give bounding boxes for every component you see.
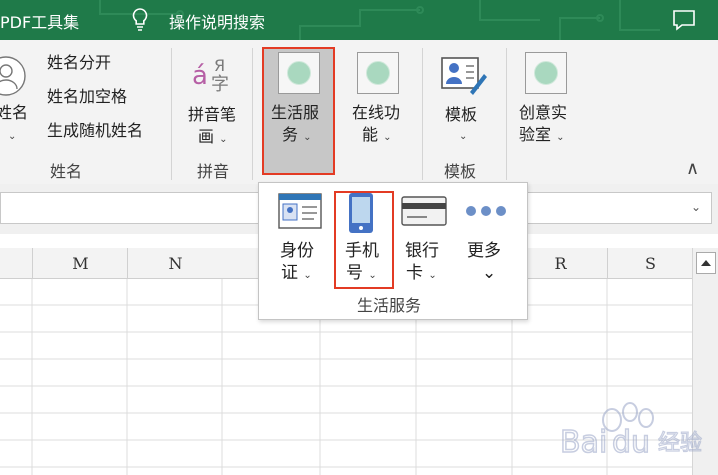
phone-number-button[interactable]: 手机: [345, 240, 379, 262]
svg-text:经验: 经验: [658, 431, 702, 456]
title-bar: PDF工具集 操作说明搜索: [0, 0, 718, 40]
name-button-label[interactable]: 姓名: [0, 102, 28, 124]
tab-pdf-tools[interactable]: PDF工具集: [0, 9, 79, 33]
more-button[interactable]: 更多: [467, 240, 501, 262]
tab-help-search[interactable]: 操作说明搜索: [169, 9, 265, 33]
column-header-m[interactable]: M: [32, 248, 128, 278]
creative-lab-icon: [525, 52, 567, 94]
ribbon-separator: [506, 48, 507, 180]
column-header-n[interactable]: N: [127, 248, 223, 278]
life-service-label-line2[interactable]: 务 ⌄: [282, 124, 312, 149]
random-name-button[interactable]: 生成随机姓名: [47, 120, 143, 142]
chevron-down-icon[interactable]: ⌄: [8, 126, 16, 148]
name-group-label: 姓名: [50, 162, 83, 181]
chevron-down-icon[interactable]: ⌄: [219, 134, 227, 145]
id-card-button[interactable]: 身份: [280, 240, 314, 262]
phone-number-button-line2[interactable]: 号 ⌄: [346, 262, 377, 287]
life-service-group-label: 生活服务: [357, 296, 422, 315]
svg-text:du: du: [612, 425, 650, 460]
column-header-s[interactable]: S: [607, 248, 693, 278]
svg-text:Я: Я: [214, 56, 225, 75]
chevron-down-icon[interactable]: ⌄: [482, 262, 496, 284]
ribbon-separator: [171, 48, 172, 180]
scroll-up-button[interactable]: [696, 252, 716, 274]
id-card-icon: [278, 193, 322, 229]
creative-lab-button[interactable]: 创意实: [519, 102, 567, 124]
life-service-label[interactable]: 生活服: [271, 102, 319, 124]
online-function-icon: [357, 52, 399, 94]
pinyin-pen-button[interactable]: 拼音笔: [188, 104, 236, 126]
id-card-button-line2[interactable]: 证 ⌄: [281, 262, 312, 287]
chevron-down-icon[interactable]: ⌄: [303, 270, 311, 281]
chevron-down-icon[interactable]: ⌄: [383, 132, 391, 143]
chevron-down-icon[interactable]: ⌄: [368, 270, 376, 281]
online-function-button[interactable]: 在线功: [352, 102, 400, 124]
bank-card-button[interactable]: 银行: [405, 240, 439, 262]
life-service-icon: [278, 52, 320, 94]
add-space-button[interactable]: 姓名加空格: [47, 86, 127, 108]
ribbon-separator: [422, 48, 423, 180]
comment-icon[interactable]: [672, 9, 696, 31]
lightbulb-icon[interactable]: [131, 7, 149, 31]
collapse-ribbon-icon[interactable]: ∧: [686, 158, 699, 180]
template-button[interactable]: 模板: [445, 104, 477, 126]
bank-card-icon: [401, 196, 447, 226]
ribbon-separator: [252, 48, 253, 180]
chevron-down-icon[interactable]: ⌄: [556, 132, 564, 143]
pinyin-group-label: 拼音: [197, 162, 230, 181]
svg-text:Bai: Bai: [560, 425, 607, 460]
person-icon: [0, 56, 26, 96]
chevron-down-icon[interactable]: ⌄: [691, 200, 701, 214]
template-group-label: 模板: [444, 162, 477, 181]
online-function-button-line2[interactable]: 能 ⌄: [362, 124, 392, 149]
circuit-pattern-decoration: [99, 0, 660, 40]
chevron-down-icon[interactable]: ⌄: [428, 270, 436, 281]
split-name-button[interactable]: 姓名分开: [47, 52, 111, 74]
svg-text:字: 字: [211, 74, 229, 94]
pinyin-icon: á Я 字: [192, 56, 229, 94]
creative-lab-button-line2[interactable]: 验室 ⌄: [519, 124, 565, 149]
triangle-up-icon: [701, 260, 711, 266]
pinyin-pen-button-line2[interactable]: 画 ⌄: [198, 126, 228, 151]
template-icon: [441, 57, 487, 95]
chevron-down-icon[interactable]: ⌄: [459, 126, 467, 148]
svg-text:á: á: [192, 61, 208, 91]
baidu-watermark-logo: Bai du 经验: [560, 402, 703, 461]
bank-card-button-line2[interactable]: 卡 ⌄: [406, 262, 437, 287]
chevron-down-icon[interactable]: ⌄: [303, 132, 311, 143]
more-dots-icon: [466, 206, 506, 216]
